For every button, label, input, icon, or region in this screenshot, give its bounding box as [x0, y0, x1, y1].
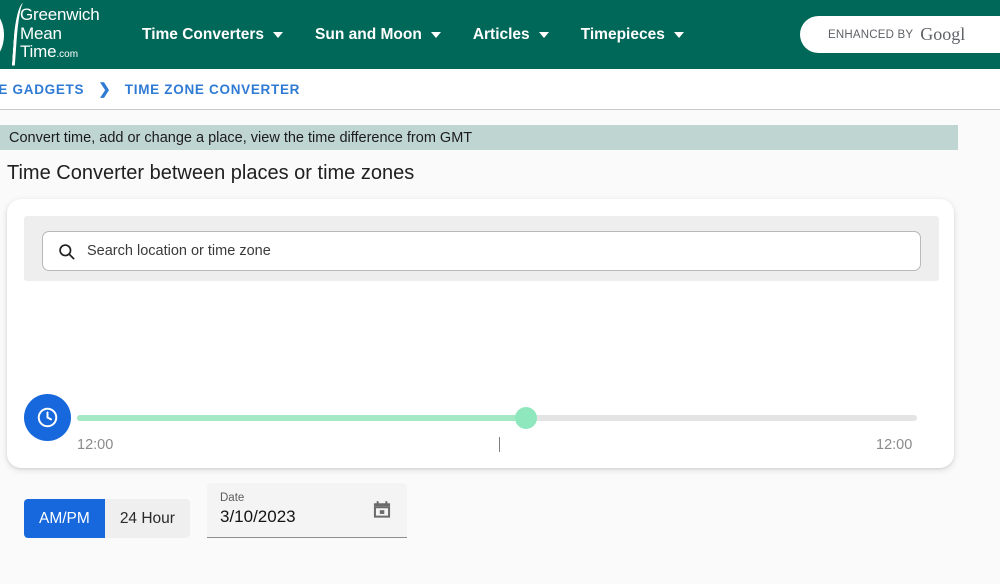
toggle-option-ampm[interactable]: AM/PM — [24, 499, 105, 538]
chevron-down-icon — [273, 31, 284, 38]
google-search-box[interactable]: ENHANCED BY Googl — [800, 16, 1000, 53]
breadcrumb-item-time-zone-converter[interactable]: TIME ZONE CONVERTER — [125, 82, 300, 97]
time-format-toggle: AM/PM 24 Hour — [24, 499, 190, 538]
breadcrumb-bar: IME GADGETS ❯ TIME ZONE CONVERTER — [0, 69, 1000, 110]
date-field[interactable]: Date 3/10/2023 — [207, 483, 407, 538]
date-field-value: 3/10/2023 — [220, 507, 296, 526]
search-icon — [57, 242, 76, 261]
location-search-field[interactable]: Search location or time zone — [42, 231, 921, 271]
nav-item-articles[interactable]: Articles — [457, 26, 565, 44]
breadcrumb: IME GADGETS ❯ TIME ZONE CONVERTER — [0, 80, 300, 98]
slider-thumb[interactable] — [515, 407, 537, 429]
page-root: Greenwich Mean Time.com Time Converters … — [0, 0, 1000, 584]
logo-line-1: Greenwich — [20, 5, 100, 24]
nav-item-timepieces[interactable]: Timepieces — [565, 26, 700, 44]
nav-item-sun-and-moon[interactable]: Sun and Moon — [299, 26, 457, 44]
page-notice-banner: Convert time, add or change a place, vie… — [0, 125, 958, 150]
logo-dotcom: .com — [56, 49, 79, 60]
page-notice-text: Convert time, add or change a place, vie… — [9, 129, 473, 146]
search-input-placeholder: Search location or time zone — [87, 243, 271, 259]
clock-toggle-button[interactable] — [24, 394, 71, 441]
site-logo[interactable]: Greenwich Mean Time.com — [0, 0, 110, 69]
site-header: Greenwich Mean Time.com Time Converters … — [0, 0, 1000, 69]
page-body: Convert time, add or change a place, vie… — [0, 110, 1000, 584]
logo-line-2: Mean — [20, 23, 62, 43]
google-wordmark: Googl — [920, 24, 966, 44]
nav-item-time-converters[interactable]: Time Converters — [126, 26, 299, 44]
breadcrumb-item-time-gadgets[interactable]: IME GADGETS — [0, 82, 84, 97]
logo-text: Greenwich Mean Time.com — [20, 5, 100, 65]
breadcrumb-chevron-icon: ❯ — [98, 81, 111, 98]
toggle-option-24hour[interactable]: 24 Hour — [105, 499, 190, 538]
slider-label-end: 12:00 — [876, 437, 913, 453]
chevron-down-icon — [673, 31, 684, 38]
clock-icon — [37, 407, 58, 428]
slider-track-fill — [77, 415, 527, 421]
enhanced-by-label: ENHANCED BY — [828, 28, 914, 41]
nav-label: Time Converters — [142, 25, 265, 43]
time-slider[interactable] — [77, 407, 917, 429]
chevron-down-icon — [538, 31, 549, 38]
nav-label: Sun and Moon — [315, 25, 422, 43]
logo-line-3: Time.com — [20, 42, 79, 61]
main-navigation: Time Converters Sun and Moon Articles Ti… — [126, 26, 700, 44]
converter-card: Search location or time zone 12:00 12:00 — [7, 199, 954, 538]
search-panel: Search location or time zone — [24, 216, 939, 281]
calendar-icon[interactable] — [371, 499, 393, 526]
page-title: Time Converter between places or time zo… — [7, 162, 415, 184]
slider-tick-marker — [499, 437, 500, 452]
nav-label: Timepieces — [580, 25, 665, 43]
slider-label-start: 12:00 — [77, 437, 114, 453]
date-field-label: Date — [220, 492, 245, 504]
nav-label: Articles — [472, 25, 530, 43]
chevron-down-icon — [430, 31, 441, 38]
